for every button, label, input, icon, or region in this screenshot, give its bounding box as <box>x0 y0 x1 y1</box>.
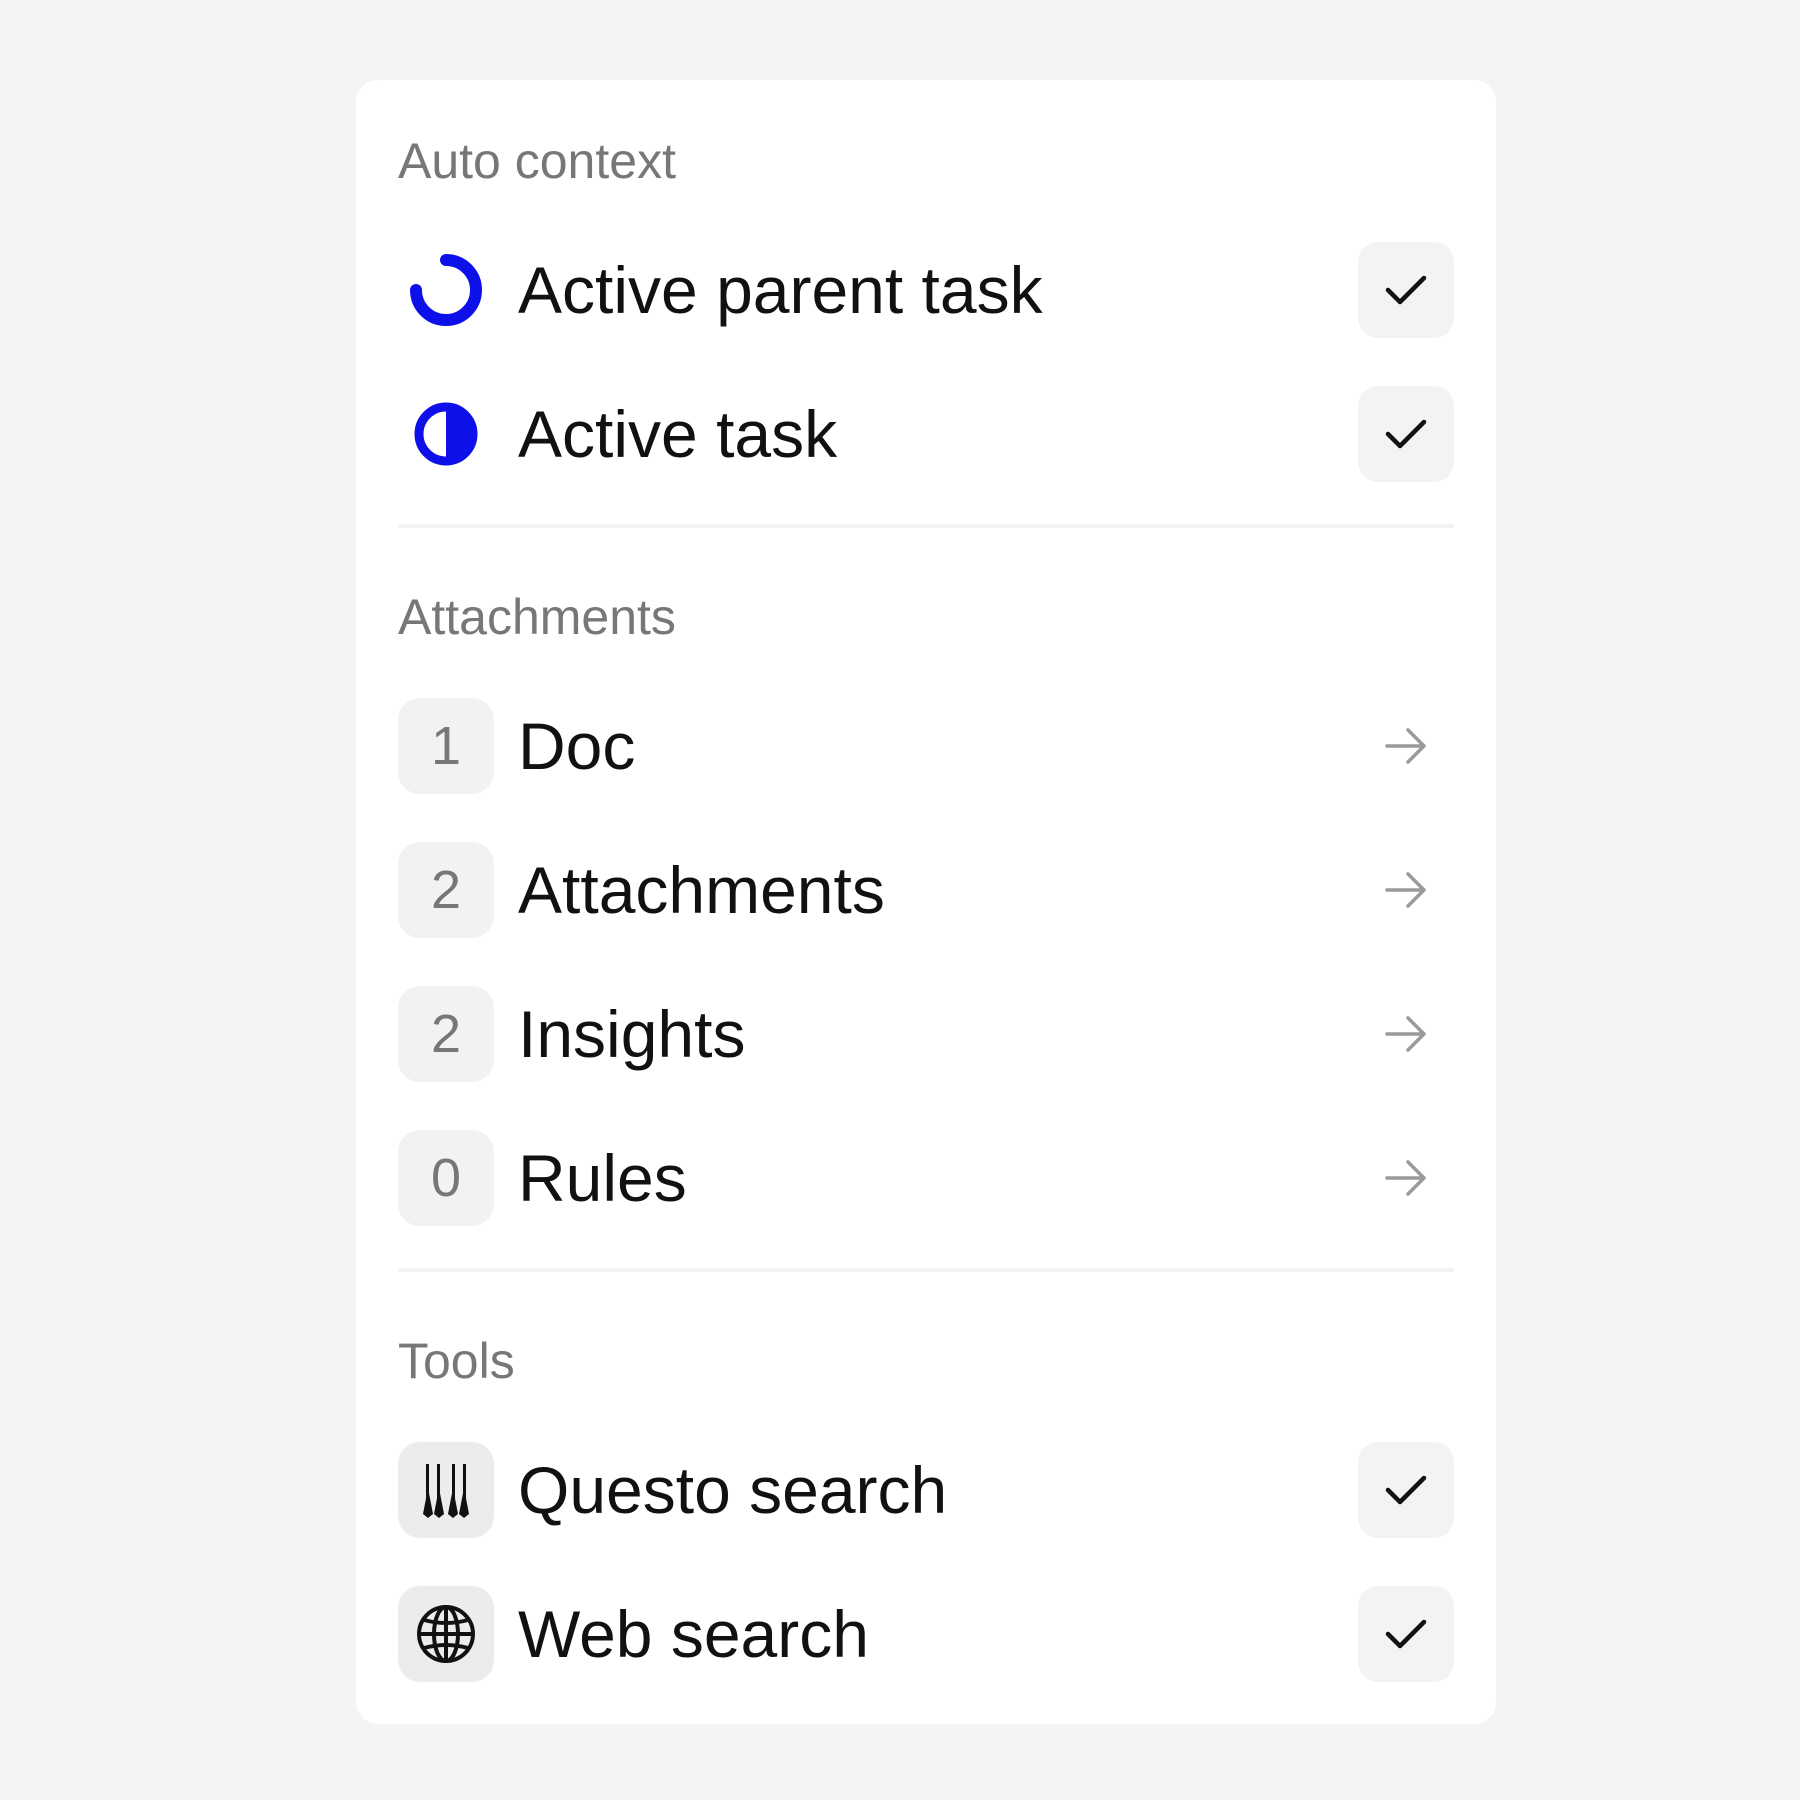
count-value: 0 <box>430 1148 462 1208</box>
context-panel: Auto context Active parent task Active t… <box>356 80 1496 1724</box>
count-badge: 2 <box>398 842 494 938</box>
checkmark-icon <box>1385 1619 1427 1649</box>
web-search-checkbox[interactable] <box>1358 1586 1454 1682</box>
globe-icon <box>398 1586 494 1682</box>
attachments-item-doc[interactable]: 1 Doc <box>398 698 1454 794</box>
auto-context-item-label: Active parent task <box>518 253 1043 327</box>
count-badge: 1 <box>398 698 494 794</box>
attachments-item-label: Attachments <box>518 853 885 927</box>
half-circle-icon <box>398 386 494 482</box>
attachments-item-rules[interactable]: 0 Rules <box>398 1130 1454 1226</box>
progress-arc-icon <box>398 242 494 338</box>
section-title-tools: Tools <box>398 1333 515 1389</box>
tools-item-questo-search[interactable]: Questo search <box>398 1442 1454 1538</box>
section-title-auto-context: Auto context <box>398 133 676 189</box>
count-badge: 2 <box>398 986 494 1082</box>
section-divider <box>398 1268 1454 1272</box>
checkmark-icon <box>1385 275 1427 305</box>
checkmark-icon <box>1385 1475 1427 1505</box>
count-badge: 0 <box>398 1130 494 1226</box>
auto-context-item-active-task[interactable]: Active task <box>398 386 1454 482</box>
arrow-right-icon[interactable] <box>1358 842 1454 938</box>
count-value: 2 <box>430 1004 462 1064</box>
auto-context-item-active-parent-task[interactable]: Active parent task <box>398 242 1454 338</box>
arrow-right-icon[interactable] <box>1358 986 1454 1082</box>
active-task-checkbox[interactable] <box>1358 386 1454 482</box>
tools-item-label: Questo search <box>518 1453 948 1527</box>
count-value: 1 <box>430 716 462 776</box>
tools-item-label: Web search <box>518 1597 869 1671</box>
arrow-right-icon[interactable] <box>1358 1130 1454 1226</box>
checkmark-icon <box>1385 419 1427 449</box>
attachments-item-label: Rules <box>518 1141 687 1215</box>
arrow-right-icon[interactable] <box>1358 698 1454 794</box>
attachments-item-attachments[interactable]: 2 Attachments <box>398 842 1454 938</box>
section-title-attachments: Attachments <box>398 589 676 645</box>
attachments-item-insights[interactable]: 2 Insights <box>398 986 1454 1082</box>
attachments-item-label: Doc <box>518 709 636 783</box>
auto-context-item-label: Active task <box>518 397 838 471</box>
section-divider <box>398 524 1454 528</box>
questo-logo-icon <box>398 1442 494 1538</box>
questo-search-checkbox[interactable] <box>1358 1442 1454 1538</box>
attachments-item-label: Insights <box>518 997 746 1071</box>
count-value: 2 <box>430 860 462 920</box>
tools-item-web-search[interactable]: Web search <box>398 1586 1454 1682</box>
active-parent-task-checkbox[interactable] <box>1358 242 1454 338</box>
